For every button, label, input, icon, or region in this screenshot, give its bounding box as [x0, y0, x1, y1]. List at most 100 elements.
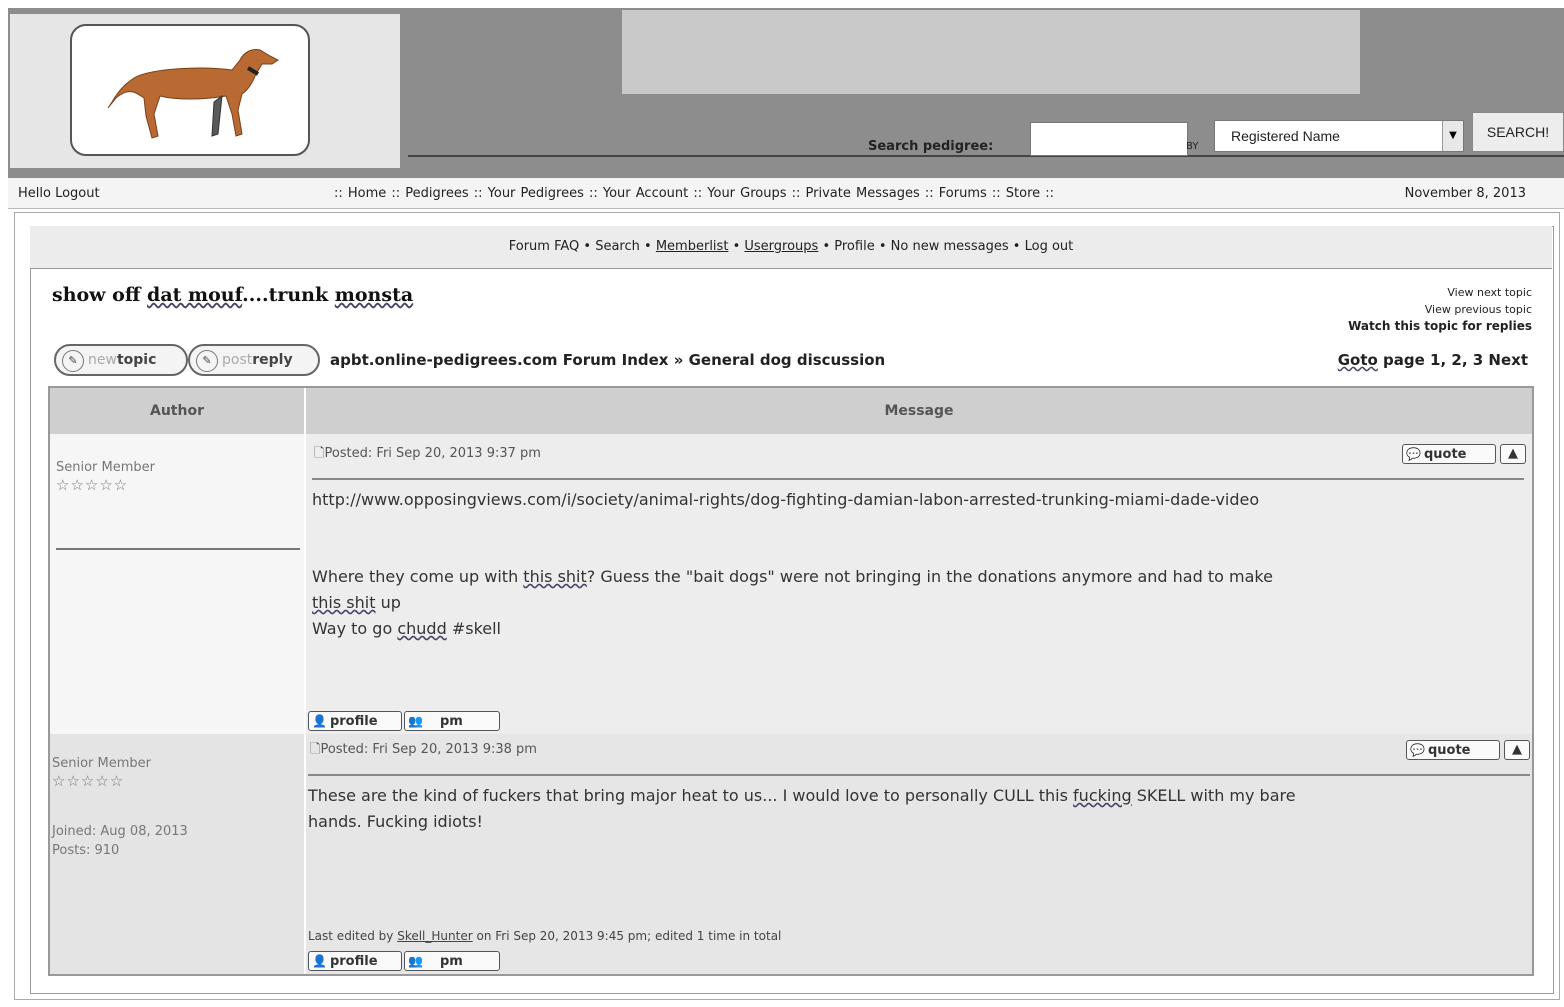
search-label: Search pedigree:	[868, 139, 994, 154]
author-column-header: Author	[50, 388, 304, 434]
usergroups-link[interactable]: Usergroups	[744, 239, 818, 254]
header-divider	[408, 155, 1564, 157]
topic-navigation: View next topic View previous topic Watc…	[1348, 284, 1532, 335]
rank-stars-icon: ☆☆☆☆☆	[52, 772, 125, 790]
top-nav: Hello Logout :: Home :: Pedigrees :: You…	[8, 178, 1564, 209]
topic-title-part: dat mouf	[147, 284, 243, 306]
post-divider	[312, 478, 1524, 480]
post-author-cell: Senior Member ☆☆☆☆☆ Joined: Aug 08, 2013…	[50, 734, 304, 974]
post-line: These are the kind of fuckers that bring…	[308, 783, 1530, 809]
text-span: chudd	[397, 619, 447, 638]
post-line: hands. Fucking idiots!	[308, 812, 483, 831]
pencil-icon: ✎	[196, 350, 218, 372]
greeting-logout-link[interactable]: Hello Logout	[18, 186, 100, 201]
post-meta: 🗋Posted: Fri Sep 20, 2013 9:38 pm	[310, 740, 537, 762]
search-pedigree-input[interactable]	[1030, 122, 1188, 156]
watch-topic-link[interactable]: Watch this topic for replies	[1348, 318, 1532, 335]
post-meta: 🗋Posted: Fri Sep 20, 2013 9:37 pm	[314, 444, 541, 466]
view-next-topic-link[interactable]: View next topic	[1348, 284, 1532, 301]
search-by-select[interactable]: Registered Name ▼	[1214, 120, 1464, 152]
pencil-icon: ✎	[62, 350, 84, 372]
users-icon: 👥	[408, 954, 423, 968]
menu-separator: •	[644, 239, 652, 254]
text-span: fucking	[1073, 786, 1132, 805]
edit-note: Last edited by Skell_Hunter on Fri Sep 2…	[308, 929, 781, 943]
forum-search-link[interactable]: Search	[595, 239, 640, 254]
edit-text: on Fri Sep 20, 2013 9:45 pm; edited 1 ti…	[472, 929, 782, 943]
post-body: Where they come up with this shit? Guess…	[312, 564, 1524, 642]
author-divider	[56, 548, 300, 550]
post-message-cell: 🗋Posted: Fri Sep 20, 2013 9:37 pm 💬 quote…	[306, 434, 1532, 734]
page-links[interactable]: page 1, 2, 3 Next	[1378, 351, 1528, 369]
new-topic-button[interactable]: ✎ newtopic	[54, 344, 188, 376]
logout-link[interactable]: Log out	[1025, 239, 1074, 254]
post-divider	[308, 774, 1530, 776]
joined-date: Joined: Aug 08, 2013	[52, 824, 188, 839]
profile-button[interactable]: 👤 profile	[308, 951, 402, 971]
goto-label: Goto	[1337, 351, 1378, 369]
search-by-value: Registered Name	[1231, 128, 1340, 144]
rank-stars-icon: ☆☆☆☆☆	[56, 476, 129, 494]
arrow-up-icon: ▲	[1512, 742, 1522, 757]
new-topic-label: new	[88, 352, 117, 368]
main-nav-links[interactable]: :: Home :: Pedigrees :: Your Pedigrees :…	[334, 186, 1054, 201]
forum-faq-link[interactable]: Forum FAQ	[509, 239, 580, 254]
pm-button[interactable]: 👥 pm	[404, 951, 500, 971]
dog-logo-image	[107, 49, 279, 139]
pagination[interactable]: Goto page 1, 2, 3 Next	[1338, 351, 1528, 369]
site-logo[interactable]	[70, 24, 310, 156]
post-reply-label: reply	[252, 352, 293, 368]
profile-button[interactable]: 👤 profile	[308, 711, 402, 731]
text-span: Where they come up with	[312, 567, 524, 586]
post-line: Way to go chudd #skell	[312, 616, 1524, 642]
search-button[interactable]: SEARCH!	[1472, 112, 1564, 152]
messages-link[interactable]: No new messages	[891, 239, 1009, 254]
topic-title[interactable]: show off dat mouf....trunk monsta	[52, 284, 413, 306]
breadcrumb[interactable]: apbt.online-pedigrees.com Forum Index » …	[330, 351, 885, 369]
menu-separator: •	[583, 239, 592, 254]
post-reply-label: post	[222, 352, 253, 368]
speech-bubble-icon: 💬	[1406, 447, 1421, 461]
editor-link[interactable]: Skell_Hunter	[397, 929, 472, 943]
profile-label: profile	[329, 954, 378, 969]
quote-label: quote	[1427, 743, 1471, 758]
profile-link[interactable]: Profile	[834, 239, 874, 254]
chevron-down-icon[interactable]: ▼	[1442, 121, 1463, 151]
search-by-label: BY	[1186, 141, 1199, 152]
forum-menu: Forum FAQ • Search • Memberlist • Usergr…	[30, 226, 1552, 269]
post-reply-button[interactable]: ✎ postreply	[188, 344, 320, 376]
text-span: These are the kind of fuckers that bring…	[308, 786, 1074, 805]
topic-title-part: monsta	[334, 284, 414, 306]
text-span: Way to go	[312, 619, 398, 638]
menu-separator: •	[822, 239, 831, 254]
up-arrow-button[interactable]: ▲	[1500, 444, 1526, 464]
post-date: Posted: Fri Sep 20, 2013 9:37 pm	[324, 446, 541, 461]
menu-separator: •	[878, 239, 887, 254]
users-icon: 👥	[408, 714, 423, 728]
post-author-cell: Senior Member ☆☆☆☆☆	[50, 434, 304, 734]
topic-title-part: ....trunk	[242, 284, 335, 306]
edit-text: Last edited by	[308, 929, 398, 943]
topic-title-part: show off	[52, 284, 148, 306]
up-arrow-button[interactable]: ▲	[1504, 740, 1530, 760]
current-date: November 8, 2013	[1404, 186, 1526, 201]
new-topic-label: topic	[116, 352, 157, 368]
arrow-up-icon: ▲	[1508, 446, 1518, 461]
quote-button[interactable]: 💬 quote	[1402, 444, 1496, 464]
text-span: this shit	[312, 593, 376, 612]
view-previous-topic-link[interactable]: View previous topic	[1348, 301, 1532, 318]
pm-button[interactable]: 👥 pm	[404, 711, 500, 731]
text-span: up	[375, 593, 401, 612]
post-message-cell: 🗋Posted: Fri Sep 20, 2013 9:38 pm 💬 quote…	[306, 734, 1532, 974]
pm-label: pm	[439, 954, 463, 969]
post-body: These are the kind of fuckers that bring…	[308, 783, 1530, 835]
text-span: this shit	[523, 567, 587, 586]
post-line: this shit up	[312, 590, 1524, 616]
banner-placeholder	[622, 10, 1360, 94]
memberlist-link[interactable]: Memberlist	[656, 239, 729, 254]
quote-button[interactable]: 💬 quote	[1406, 740, 1500, 760]
menu-separator: •	[1012, 239, 1021, 254]
post-link[interactable]: http://www.opposingviews.com/i/society/a…	[312, 487, 1259, 513]
post-date: Posted: Fri Sep 20, 2013 9:38 pm	[320, 742, 537, 757]
profile-label: profile	[329, 714, 378, 729]
